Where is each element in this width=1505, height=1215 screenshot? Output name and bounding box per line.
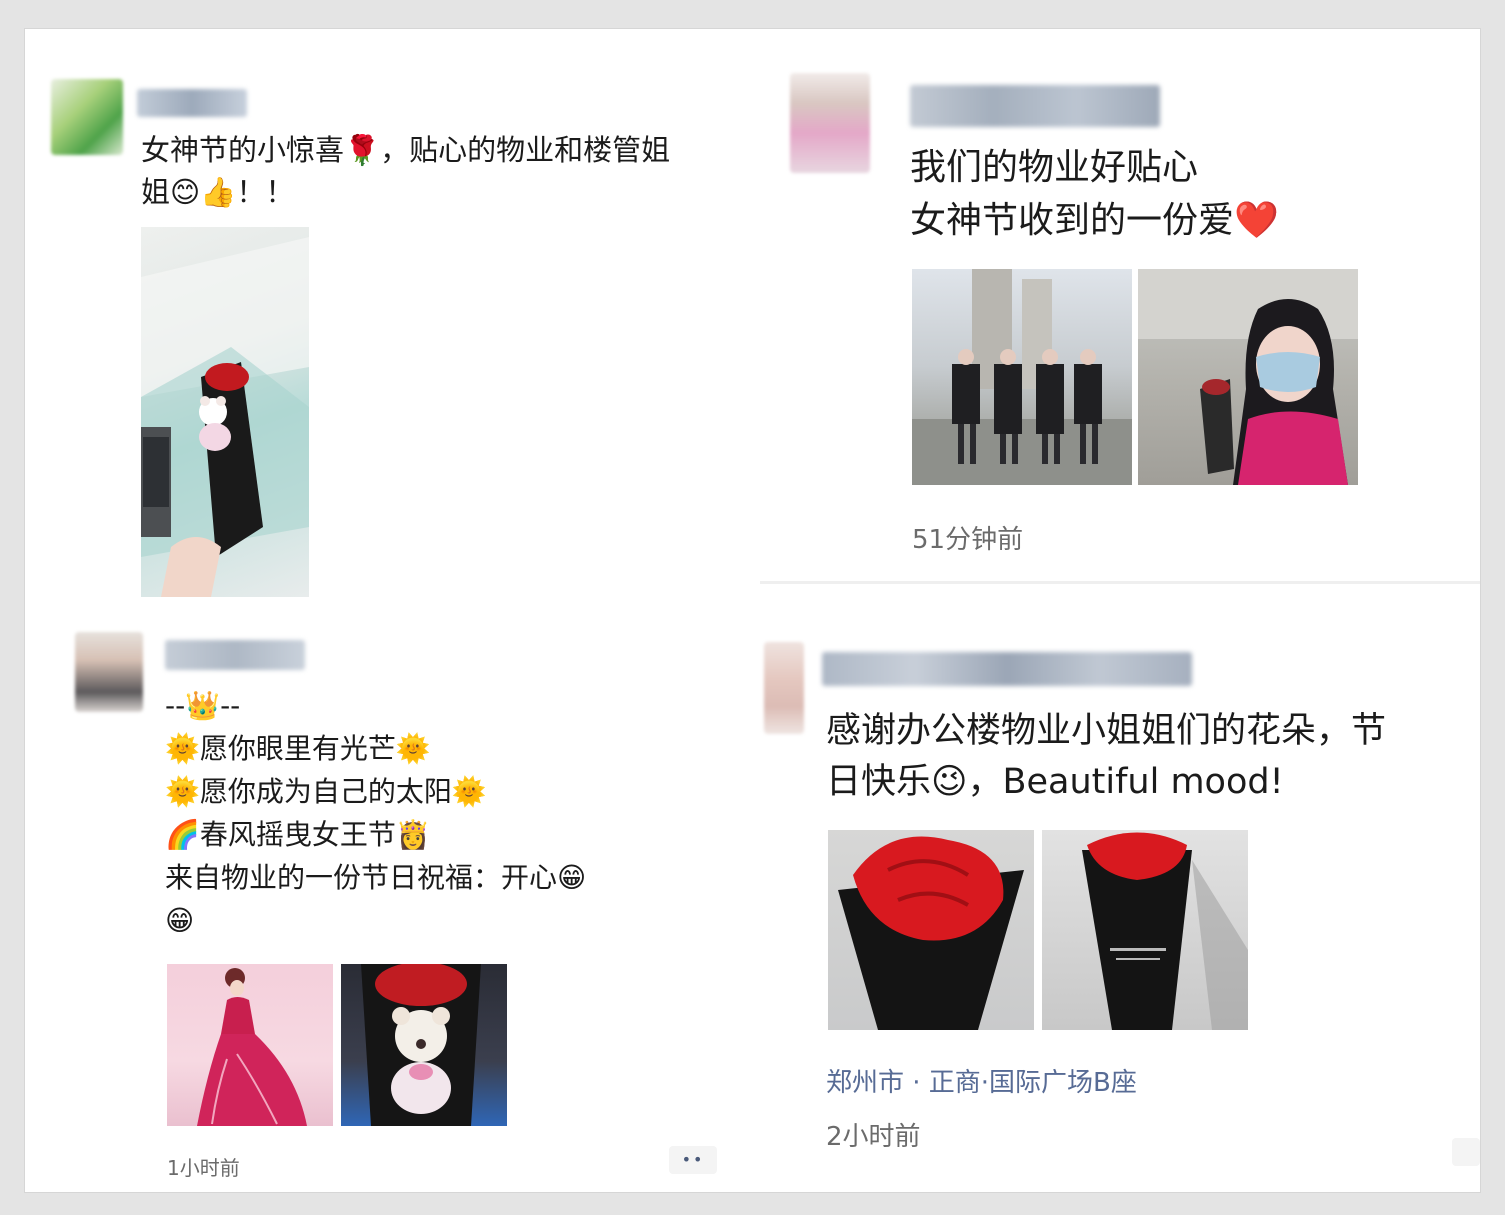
post-time: 1小时前 xyxy=(167,1156,240,1180)
author-name[interactable] xyxy=(910,85,1160,127)
author-name[interactable] xyxy=(165,640,305,670)
post-location[interactable]: 郑州市 · 正商·国际广场B座 xyxy=(826,1062,1137,1099)
moment-post-4: 感谢办公楼物业小姐姐们的花朵，节 日快乐😉，Beautiful mood! 郑州… xyxy=(760,624,1480,1192)
group-scene xyxy=(912,269,1132,485)
woman-scene xyxy=(1138,269,1358,485)
moments-collage: 女神节的小惊喜🌹，贴心的物业和楼管姐 姐😊👍！！ 我们的物业好贴心 女神节收到的… xyxy=(24,28,1481,1193)
bouquet-scene xyxy=(141,237,309,597)
rose-scene-1 xyxy=(838,836,1024,1030)
red-rose-photo-2[interactable] xyxy=(1042,830,1248,1030)
goddess-illustration[interactable] xyxy=(167,964,333,1126)
avatar[interactable] xyxy=(790,73,870,173)
woman-with-rose-photo[interactable] xyxy=(1138,269,1358,485)
post-divider xyxy=(760,581,1480,584)
post-text: 我们的物业好贴心 女神节收到的一份爱❤️ xyxy=(910,147,1279,241)
goddess-scene xyxy=(197,968,307,1126)
post-time: 2小时前 xyxy=(826,1122,921,1152)
bouquet-bear-photo[interactable] xyxy=(141,227,309,597)
more-options-button[interactable]: •• xyxy=(669,1146,717,1174)
staff-group-photo[interactable] xyxy=(912,269,1132,485)
avatar[interactable] xyxy=(764,642,804,734)
bear-bouquet-photo[interactable] xyxy=(341,964,507,1126)
post-time: 51分钟前 xyxy=(912,525,1024,555)
more-options-button[interactable] xyxy=(1452,1138,1480,1166)
moment-post-2: 我们的物业好贴心 女神节收到的一份爱❤️ 51分钟前 xyxy=(760,29,1480,589)
avatar[interactable] xyxy=(75,632,143,712)
moment-post-1: 女神节的小惊喜🌹，贴心的物业和楼管姐 姐😊👍！！ xyxy=(25,29,745,619)
post-text: 感谢办公楼物业小姐姐们的花朵，节 日快乐😉，Beautiful mood! xyxy=(826,711,1387,802)
author-name[interactable] xyxy=(137,89,247,117)
post-text: 女神节的小惊喜🌹，贴心的物业和楼管姐 姐😊👍！！ xyxy=(141,133,671,209)
avatar[interactable] xyxy=(51,79,123,155)
red-rose-photo-1[interactable] xyxy=(828,830,1034,1030)
author-name[interactable] xyxy=(822,652,1192,686)
rose-scene-2 xyxy=(1082,832,1248,1030)
moment-post-3: --👑-- 🌞愿你眼里有光芒🌞 🌞愿你成为自己的太阳🌞 🌈春风摇曳女王节👸 来自… xyxy=(25,624,745,1192)
bear-bouquet-scene xyxy=(361,964,481,1126)
post-text: --👑-- 🌞愿你眼里有光芒🌞 🌞愿你成为自己的太阳🌞 🌈春风摇曳女王节👸 来自… xyxy=(165,689,587,937)
